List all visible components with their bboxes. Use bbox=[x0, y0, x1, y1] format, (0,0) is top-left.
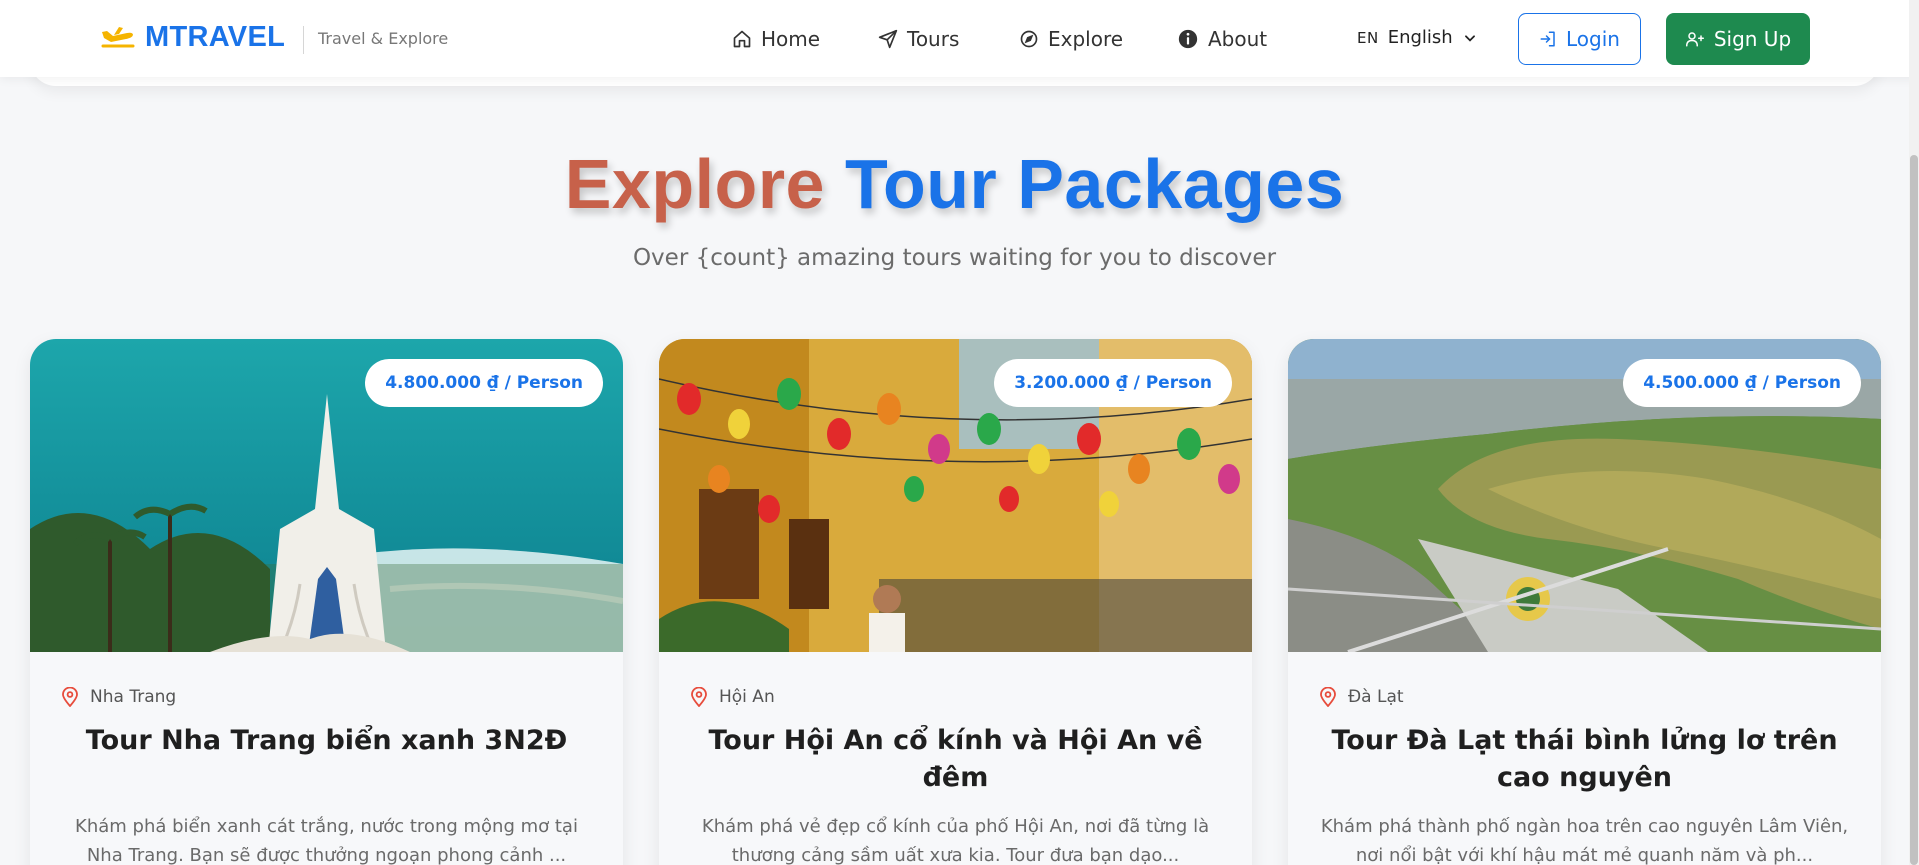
scrollbar-thumb[interactable] bbox=[1910, 155, 1918, 865]
nav-tours-label: Tours bbox=[907, 27, 960, 51]
language-label: English bbox=[1387, 27, 1453, 48]
price-badge: 4.500.000 ₫ / Person bbox=[1623, 359, 1861, 407]
tour-title[interactable]: Tour Nha Trang biển xanh 3N2Đ bbox=[50, 722, 603, 759]
tour-title[interactable]: Tour Hội An cổ kính và Hội An về đêm bbox=[679, 722, 1232, 796]
tour-location: Nha Trang bbox=[62, 687, 176, 707]
brand-logo[interactable]: MTRAVEL bbox=[100, 21, 285, 54]
page-subtitle: Over {count} amazing tours waiting for y… bbox=[632, 245, 1277, 271]
title-tour-packages: Tour Packages bbox=[844, 145, 1345, 223]
nav-explore[interactable]: Explore bbox=[1019, 27, 1123, 51]
tour-description: Khám phá vẻ đẹp cổ kính của phố Hội An, … bbox=[701, 816, 1210, 865]
nav-home-label: Home bbox=[761, 27, 821, 51]
nav-tours[interactable]: Tours bbox=[878, 27, 959, 51]
info-icon bbox=[1178, 29, 1198, 49]
nav-explore-label: Explore bbox=[1048, 27, 1124, 51]
chevron-down-icon bbox=[1464, 34, 1475, 42]
login-icon bbox=[1540, 31, 1555, 47]
language-selector[interactable]: EN English bbox=[1357, 27, 1477, 48]
brand-divider bbox=[303, 26, 304, 54]
login-label: Login bbox=[1566, 27, 1620, 51]
tour-location-label: Đà Lạt bbox=[1348, 687, 1404, 707]
nav-home[interactable]: Home bbox=[732, 27, 820, 51]
brand-tagline: Travel & Explore bbox=[318, 29, 449, 48]
home-icon bbox=[733, 30, 751, 48]
nav-about-label: About bbox=[1208, 27, 1268, 51]
signup-label: Sign Up bbox=[1713, 27, 1792, 51]
tour-description: Khám phá biển xanh cát trắng, nước trong… bbox=[75, 816, 578, 865]
login-button[interactable]: Login bbox=[1518, 13, 1641, 65]
top-navbar: MTRAVEL Travel & Explore Home Tours Expl… bbox=[0, 0, 1919, 77]
signup-button[interactable]: Sign Up bbox=[1666, 13, 1810, 65]
map-pin-icon bbox=[1320, 687, 1336, 707]
price-badge: 3.200.000 ₫ / Person bbox=[994, 359, 1232, 407]
tour-title[interactable]: Tour Đà Lạt thái bình lửng lơ trên cao n… bbox=[1308, 722, 1861, 796]
title-explore: Explore bbox=[564, 145, 825, 223]
tour-location: Đà Lạt bbox=[1320, 687, 1404, 707]
nav-about[interactable]: About bbox=[1177, 27, 1267, 51]
tour-location-label: Nha Trang bbox=[90, 687, 177, 707]
tour-location-label: Hội An bbox=[719, 687, 775, 707]
airplane-logo-icon bbox=[101, 26, 135, 47]
tour-card[interactable]: 4.500.000 ₫ / Person Đà Lạt Tour Đà Lạt … bbox=[1288, 339, 1881, 865]
page-title: Explore Tour Packages bbox=[0, 140, 1909, 228]
map-pin-icon bbox=[62, 687, 78, 707]
map-pin-icon bbox=[691, 687, 707, 707]
user-plus-icon bbox=[1685, 32, 1704, 47]
tour-card[interactable]: 3.200.000 ₫ / Person Hội An Tour Hội An … bbox=[659, 339, 1252, 865]
tour-location: Hội An bbox=[691, 687, 775, 707]
tour-card[interactable]: 4.800.000 ₫ / Person Nha Trang Tour Nha … bbox=[30, 339, 623, 865]
compass-icon bbox=[1020, 30, 1038, 48]
price-badge: 4.800.000 ₫ / Person bbox=[365, 359, 603, 407]
language-code: EN bbox=[1357, 28, 1379, 47]
brand-name: MTRAVEL bbox=[145, 21, 286, 53]
tour-description: Khám phá thành phố ngàn hoa trên cao ngu… bbox=[1320, 816, 1849, 865]
send-icon bbox=[878, 29, 898, 49]
